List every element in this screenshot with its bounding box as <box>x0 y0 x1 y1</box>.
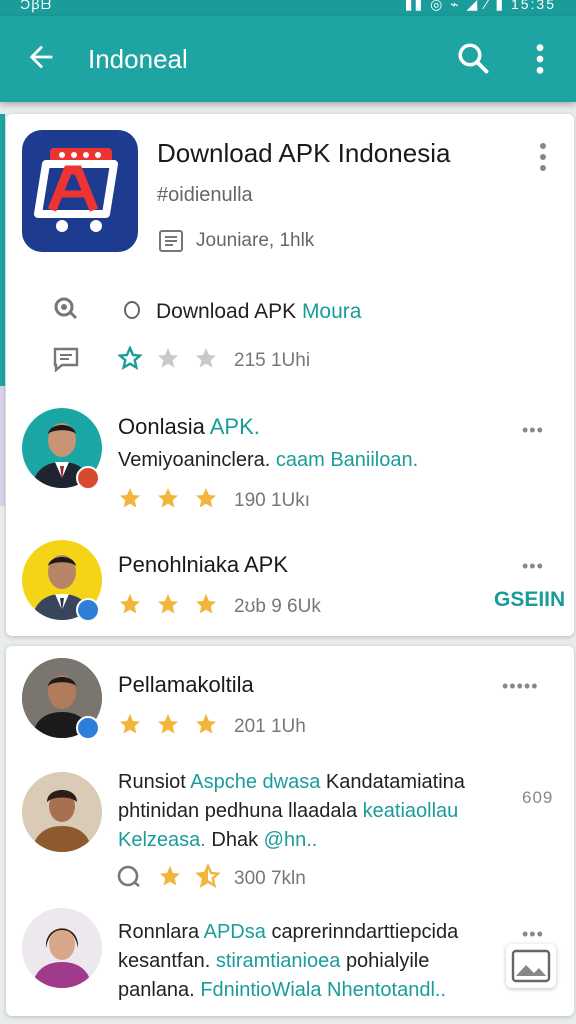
star-icon <box>194 346 218 370</box>
review-line-3-a: Kelzeasa. <box>118 829 206 851</box>
review-rating <box>158 862 221 890</box>
avatar[interactable] <box>22 908 102 988</box>
verified-badge-icon <box>76 716 100 740</box>
star-icon <box>194 486 218 510</box>
review-more-icon[interactable]: ••• <box>522 556 544 577</box>
avatar[interactable] <box>22 772 102 852</box>
review-line-2-b: keatiaollau <box>362 800 459 822</box>
status-right: ▮▮ ◎ ⌁ ◢ ⁄ ▮ 15:35 <box>404 0 556 12</box>
chat-icon <box>53 347 79 372</box>
app-logo-icon[interactable] <box>22 130 138 252</box>
review-line-3-a: panlana. <box>118 979 195 1001</box>
download-prefix: Download APK <box>156 300 297 323</box>
review-line-2: kesantfan. stiramtianioea pohialyile <box>118 947 458 976</box>
app-title: Download APK Indonesia <box>157 138 451 168</box>
star-icon <box>156 592 180 616</box>
star-icon <box>195 862 221 888</box>
review-line-1-a: Runsiot <box>118 771 186 793</box>
star-icon <box>156 712 180 736</box>
page-title: Indoneal <box>88 44 188 74</box>
app-rating-meta: 215 1Uhi <box>234 350 311 371</box>
review-line-1: Ronnlara APDsa caprerinndarttiepcida <box>118 918 458 947</box>
image-icon[interactable] <box>506 944 556 988</box>
app-bar: Indoneal <box>0 16 576 102</box>
status-left: Ͻꞵᗷ <box>20 0 53 12</box>
review-line-2: phtinidan pedhuna llaadala keatiaollau <box>118 797 465 826</box>
star-icon <box>156 346 180 370</box>
review-rating <box>118 712 218 738</box>
accent-stripe <box>0 114 5 386</box>
app-more-icon[interactable] <box>538 142 548 172</box>
review-line-1: Runsiot Aspche dwasa Kandatamiatina <box>118 768 465 797</box>
list-icon <box>159 230 183 252</box>
accent-stripe-lower <box>0 386 5 506</box>
star-icon <box>194 592 218 616</box>
review-line-1-a: Ronnlara <box>118 921 200 943</box>
review-more-icon[interactable]: ••••• <box>502 676 539 697</box>
verified-badge-icon <box>76 598 100 622</box>
review-line-2-a: kesantfan. <box>118 950 211 972</box>
status-bar: Ͻꞵᗷ ▮▮ ◎ ⌁ ◢ ⁄ ▮ 15:35 <box>0 0 576 16</box>
review-meta: 2ʊb 9 6Uk <box>234 596 321 617</box>
review-more-icon[interactable]: ••• <box>522 420 544 441</box>
review-line-3-b: Dhak <box>211 829 259 851</box>
review-line-1-c: caprerinndarttiepcida <box>271 921 459 943</box>
star-icon <box>156 486 180 510</box>
review-rating <box>118 486 218 512</box>
review-line-1-c: Kandatamiatina <box>325 771 465 793</box>
review-line-3: panlana. FdnintioWiala Nhentotandl.. <box>118 976 458 1005</box>
review-line-3: Kelzeasa. Dhak @hn.. <box>118 826 465 855</box>
review-line-2-c: pohialyile <box>345 950 430 972</box>
back-arrow-icon[interactable] <box>24 40 58 74</box>
author-name: Oonlasia <box>118 414 205 439</box>
download-status-icon <box>124 301 140 319</box>
review-author[interactable]: Penohlniaka APK <box>118 552 288 578</box>
download-link[interactable]: Download APK Moura <box>156 300 361 324</box>
star-icon <box>194 712 218 736</box>
review-line-1-b: Aspche dwasa <box>190 771 321 793</box>
review-meta: 190 1Ukı <box>234 490 311 511</box>
star-icon <box>117 344 143 370</box>
review-side-label[interactable]: 609 <box>522 788 553 808</box>
review-rating <box>118 592 218 618</box>
author-suffix: APK. <box>209 414 260 439</box>
review-line-1-b: APDsa <box>203 921 266 943</box>
star-icon <box>118 592 142 616</box>
review-more-icon[interactable]: ••• <box>522 924 544 945</box>
app-meta: Jouniare, 1hlk <box>196 230 315 251</box>
review-author[interactable]: Pellamakoltila <box>118 672 254 698</box>
more-vert-icon[interactable] <box>528 42 552 76</box>
review-text-a: Vemiyoaninclera. <box>118 449 271 471</box>
review-line-3-c: @hn.. <box>263 829 318 851</box>
review-line-2-b: stiramtianioea <box>215 950 341 972</box>
download-suffix: Moura <box>301 300 362 323</box>
review-text: Vemiyoaninclera. caam Baniiloan. <box>118 446 418 475</box>
app-rating <box>117 344 218 372</box>
chat-icon <box>117 865 140 888</box>
review-text: Ronnlara APDsa caprerinndarttiepcida kes… <box>118 918 458 1005</box>
review-author[interactable]: Oonlasia APK. <box>118 414 260 440</box>
review-line-2-a: phtinidan pedhuna llaadala <box>118 800 358 822</box>
app-developer[interactable]: #oidienulla <box>157 184 253 207</box>
review-line-3-b: FdnintioWiala Nhentotandl.. <box>200 979 447 1001</box>
open-button[interactable]: GSEIIN <box>494 588 565 612</box>
review-text: Runsiot Aspche dwasa Kandatamiatina phti… <box>118 768 465 855</box>
review-text-b: caam Baniiloan. <box>275 449 419 471</box>
search-icon[interactable] <box>455 40 491 76</box>
star-icon <box>158 864 182 888</box>
location-icon <box>54 297 78 320</box>
star-icon <box>118 712 142 736</box>
review-meta: 300 7kln <box>234 868 306 889</box>
status-badge <box>76 466 100 490</box>
review-meta: 201 1Uh <box>234 716 306 737</box>
star-icon <box>118 486 142 510</box>
